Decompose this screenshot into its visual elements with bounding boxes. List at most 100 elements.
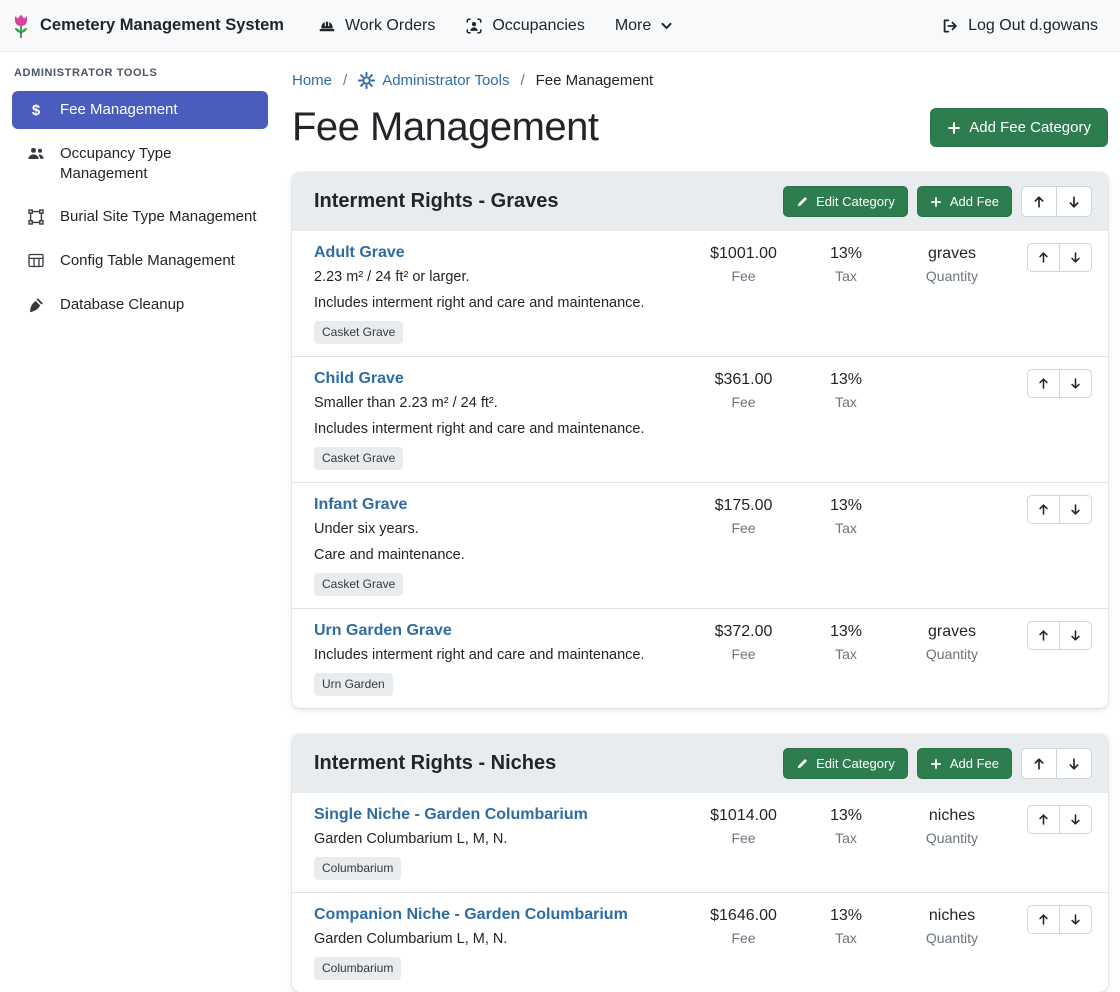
fee-amount-col: $1014.00 Fee — [691, 804, 796, 846]
move-category-down-button[interactable] — [1056, 748, 1092, 779]
fee-description: Includes interment right and care and ma… — [314, 419, 691, 439]
breadcrumb-admin-tools-label: Administrator Tools — [382, 72, 509, 89]
add-fee-category-button[interactable]: Add Fee Category — [930, 108, 1108, 147]
breadcrumb-home-link[interactable]: Home — [292, 72, 332, 89]
fee-tax-col: 13% Tax — [796, 494, 896, 536]
move-fee-down-button[interactable] — [1059, 905, 1092, 934]
fee-amount-col: $1646.00 Fee — [691, 904, 796, 946]
fee-tax-col: 13% Tax — [796, 804, 896, 846]
fee-tax-label: Tax — [796, 930, 896, 946]
fee-name-link[interactable]: Infant Grave — [314, 496, 407, 514]
fee-reorder-group — [1008, 494, 1092, 524]
fee-amount-label: Fee — [691, 930, 796, 946]
fee-amount: $1014.00 — [691, 807, 796, 825]
add-fee-button[interactable]: Add Fee — [917, 748, 1012, 779]
fee-reorder-group — [1008, 620, 1092, 650]
top-navbar: Cemetery Management System Work Orders O… — [0, 0, 1120, 52]
fee-details: Child Grave Smaller than 2.23 m² / 24 ft… — [308, 368, 691, 470]
pencil-icon — [796, 758, 808, 770]
add-fee-button[interactable]: Add Fee — [917, 186, 1012, 217]
sidebar-item-database-cleanup[interactable]: Database Cleanup — [12, 286, 268, 324]
hard-hat-icon — [318, 17, 336, 35]
sidebar-item-label: Database Cleanup — [60, 295, 184, 315]
move-fee-down-button[interactable] — [1059, 243, 1092, 272]
arrow-up-icon — [1037, 503, 1050, 516]
app-title: Cemetery Management System — [40, 16, 284, 35]
nav-occupancies-label: Occupancies — [492, 17, 585, 35]
fee-tax-label: Tax — [796, 830, 896, 846]
fee-quantity-label: Quantity — [896, 646, 1008, 662]
arrow-up-icon — [1037, 377, 1050, 390]
arrow-down-icon — [1067, 757, 1081, 771]
fee-tax: 13% — [796, 371, 896, 389]
move-category-up-button[interactable] — [1021, 748, 1057, 779]
logout-button[interactable]: Log Out d.gowans — [941, 17, 1098, 35]
gear-icon — [358, 72, 375, 89]
edit-category-button[interactable]: Edit Category — [783, 748, 908, 779]
fee-tax-col: 13% Tax — [796, 242, 896, 284]
move-fee-up-button[interactable] — [1027, 805, 1060, 834]
move-category-up-button[interactable] — [1021, 186, 1057, 217]
fee-description: Garden Columbarium L, M, N. — [314, 929, 691, 949]
app-brand[interactable]: Cemetery Management System — [10, 12, 284, 39]
fee-name-link[interactable]: Single Niche - Garden Columbarium — [314, 806, 588, 824]
move-fee-down-button[interactable] — [1059, 805, 1092, 834]
move-fee-up-button[interactable] — [1027, 243, 1060, 272]
person-badge-icon — [465, 17, 483, 35]
sidebar-item-burial-site-type-management[interactable]: Burial Site Type Management — [12, 198, 268, 236]
fee-row: Adult Grave 2.23 m² / 24 ft² or larger. … — [292, 231, 1108, 356]
fee-description: Garden Columbarium L, M, N. — [314, 829, 691, 849]
arrow-up-icon — [1032, 195, 1046, 209]
category-header: Interment Rights - Niches Edit Category … — [292, 734, 1108, 793]
fee-details: Companion Niche - Garden Columbarium Gar… — [308, 904, 691, 980]
fee-tax-label: Tax — [796, 646, 896, 662]
nav-occupancies[interactable]: Occupancies — [465, 17, 585, 35]
nav-more-label: More — [615, 17, 651, 35]
fee-name-link[interactable]: Child Grave — [314, 370, 404, 388]
fee-details: Urn Garden Grave Includes interment righ… — [308, 620, 691, 696]
arrow-down-icon — [1069, 251, 1082, 264]
fee-description: Includes interment right and care and ma… — [314, 645, 691, 665]
fee-row: Single Niche - Garden Columbarium Garden… — [292, 793, 1108, 892]
fee-reorder-group — [1008, 242, 1092, 272]
nav-work-orders[interactable]: Work Orders — [318, 17, 435, 35]
sidebar-item-fee-management[interactable]: $ Fee Management — [12, 91, 268, 129]
vector-square-icon — [26, 209, 46, 225]
fee-tax: 13% — [796, 623, 896, 641]
edit-category-button[interactable]: Edit Category — [783, 186, 908, 217]
sign-out-icon — [941, 17, 959, 35]
move-fee-down-button[interactable] — [1059, 495, 1092, 524]
fee-description: Care and maintenance. — [314, 545, 691, 565]
fee-name-link[interactable]: Companion Niche - Garden Columbarium — [314, 906, 628, 924]
move-fee-up-button[interactable] — [1027, 495, 1060, 524]
move-category-down-button[interactable] — [1056, 186, 1092, 217]
page-title: Fee Management — [292, 105, 599, 150]
move-fee-down-button[interactable] — [1059, 621, 1092, 650]
fee-tax-col: 13% Tax — [796, 904, 896, 946]
fee-description: 2.23 m² / 24 ft² or larger. — [314, 267, 691, 287]
move-fee-up-button[interactable] — [1027, 369, 1060, 398]
nav-more[interactable]: More — [615, 17, 673, 35]
pencil-icon — [796, 196, 808, 208]
move-fee-up-button[interactable] — [1027, 905, 1060, 934]
category-actions: Edit Category Add Fee — [783, 748, 1092, 779]
fee-details: Infant Grave Under six years. Care and m… — [308, 494, 691, 596]
sidebar-item-occupancy-type-management[interactable]: Occupancy Type Management — [12, 135, 268, 193]
move-fee-down-button[interactable] — [1059, 369, 1092, 398]
move-fee-up-button[interactable] — [1027, 621, 1060, 650]
breadcrumb-admin-tools-link[interactable]: Administrator Tools — [358, 72, 509, 89]
fee-tax: 13% — [796, 245, 896, 263]
fee-tax: 13% — [796, 807, 896, 825]
fee-tax-col: 13% Tax — [796, 620, 896, 662]
arrow-down-icon — [1069, 813, 1082, 826]
arrow-up-icon — [1037, 629, 1050, 642]
edit-category-label: Edit Category — [816, 756, 895, 771]
sidebar-heading: ADMINISTRATOR TOOLS — [14, 67, 266, 79]
fee-quantity-col — [896, 494, 1008, 497]
sidebar-item-config-table-management[interactable]: Config Table Management — [12, 242, 268, 280]
fee-name-link[interactable]: Urn Garden Grave — [314, 622, 452, 640]
fee-tax-label: Tax — [796, 520, 896, 536]
category-header: Interment Rights - Graves Edit Category … — [292, 172, 1108, 231]
table-icon — [26, 253, 46, 268]
fee-name-link[interactable]: Adult Grave — [314, 244, 405, 262]
